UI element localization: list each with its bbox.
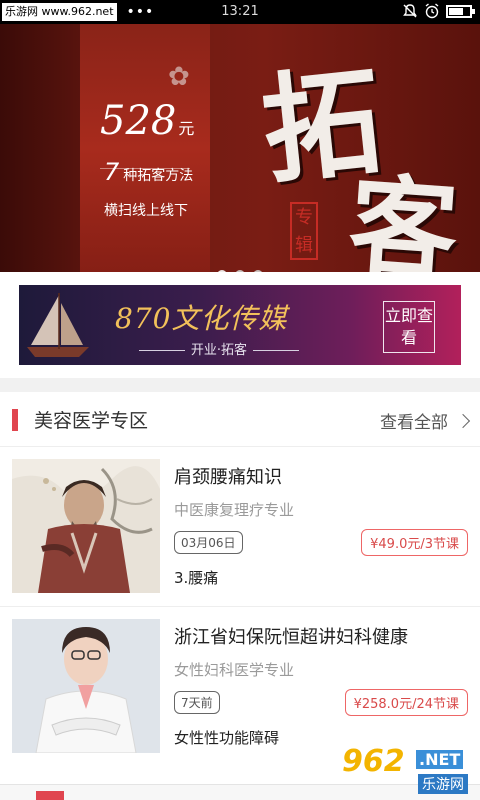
price-badge[interactable]: ¥49.0元/3节课 xyxy=(361,529,468,556)
hero-line-2: 横扫线上线下 xyxy=(104,203,188,219)
hero-text-panel xyxy=(80,24,210,272)
watermark-net: .NET xyxy=(416,750,464,769)
view-all-label: 查看全部 xyxy=(380,413,448,433)
mute-bell-icon xyxy=(403,4,417,18)
view-now-button[interactable]: 立即查看 xyxy=(383,301,435,353)
battery-icon xyxy=(446,4,475,18)
ad-banner[interactable]: 870文化传媒 开业·拓客 立即查看 xyxy=(19,285,461,365)
hero-big-char-2: 客 xyxy=(345,162,462,272)
pager-dot[interactable] xyxy=(253,270,263,272)
section-header: 美容医学专区 查看全部 xyxy=(0,392,480,446)
hero-price: 528 元 xyxy=(100,98,194,144)
pager-dot[interactable] xyxy=(217,270,227,272)
course-lesson: 3.腰痛 xyxy=(174,569,219,587)
course-thumbnail xyxy=(12,459,160,593)
course-card[interactable]: 浙江省妇保阮恒超讲妇科健康 女性妇科医学专业 7天前 ¥258.0元/24节课 … xyxy=(0,606,480,764)
date-badge: 7天前 xyxy=(174,691,220,714)
status-bar: 乐游网 www.962.net ••• 13:21 xyxy=(0,0,480,24)
section-separator xyxy=(0,378,480,392)
ad-title: 870文化传媒 xyxy=(115,302,288,335)
hero-count: 7 xyxy=(104,158,120,186)
hero-line-1-text: 种拓客方法 xyxy=(123,168,194,184)
status-icons xyxy=(402,3,475,19)
date-badge: 03月06日 xyxy=(174,531,243,554)
hero-price-unit: 元 xyxy=(178,119,195,138)
course-subtitle: 女性妇科医学专业 xyxy=(174,661,295,679)
price-badge[interactable]: ¥258.0元/24节课 xyxy=(344,689,468,716)
home-tab-icon[interactable] xyxy=(36,791,64,800)
chevron-right-icon xyxy=(455,413,471,428)
plum-blossom-icon: ✿ xyxy=(168,62,190,92)
site-watermark: 962 .NET 乐游网 xyxy=(342,744,472,796)
alarm-icon xyxy=(425,3,439,19)
course-title: 浙江省妇保阮恒超讲妇科健康 xyxy=(174,627,408,648)
course-lesson: 女性性功能障碍 xyxy=(174,729,280,747)
hero-banner[interactable]: ✿ 528 元 7 种拓客方法 横扫线上线下 拓 客 专辑 xyxy=(0,24,480,272)
view-all-link[interactable]: 查看全部 xyxy=(380,408,471,433)
course-title: 肩颈腰痛知识 xyxy=(174,467,282,488)
ad-subtitle: 开业·拓客 xyxy=(119,339,319,358)
course-card[interactable]: 肩颈腰痛知识 中医康复理疗专业 03月06日 ¥49.0元/3节课 3.腰痛 xyxy=(0,446,480,604)
section-accent-bar xyxy=(12,409,18,431)
course-subtitle: 中医康复理疗专业 xyxy=(174,501,295,519)
watermark-number: 962 xyxy=(342,744,405,779)
section-title: 美容医学专区 xyxy=(34,410,149,432)
course-thumbnail xyxy=(12,619,160,753)
carousel-pager xyxy=(0,270,480,272)
pager-dot[interactable] xyxy=(235,270,245,272)
hero-line-1: 7 种拓客方法 xyxy=(104,158,193,186)
sailboat-icon xyxy=(27,293,89,357)
hero-stamp: 专辑 xyxy=(290,202,318,260)
watermark-text: 乐游网 xyxy=(418,774,468,794)
hero-price-number: 528 xyxy=(100,98,177,144)
